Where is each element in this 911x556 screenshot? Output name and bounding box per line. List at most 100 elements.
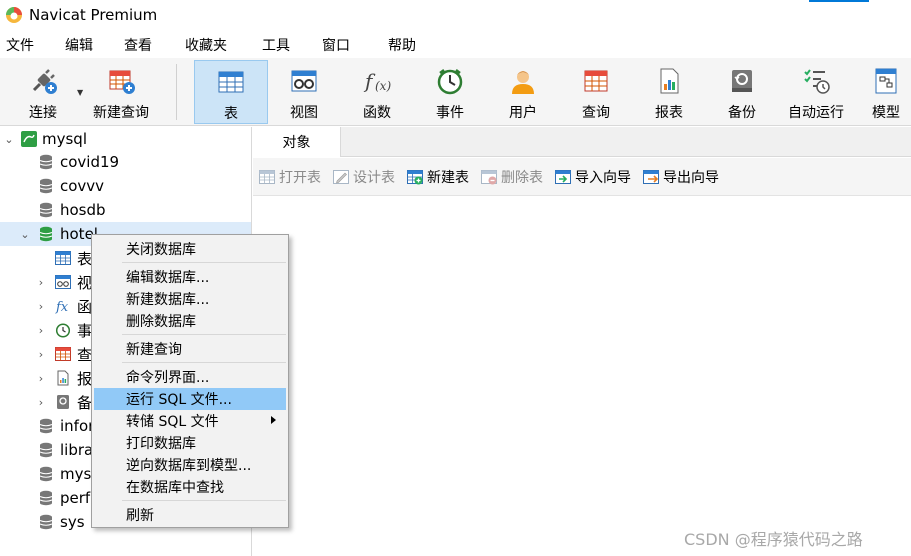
tree-label: 视 xyxy=(77,273,93,292)
tree-label: libra xyxy=(60,441,94,459)
report-label: 报表 xyxy=(655,105,683,121)
ctx-reverse-to-model[interactable]: 逆向数据库到模型... xyxy=(94,454,286,476)
ctx-dump-sql-file[interactable]: 转储 SQL 文件 xyxy=(94,410,286,432)
automation-button[interactable]: 自动运行 xyxy=(782,60,850,124)
automation-icon xyxy=(804,69,830,94)
object-list-area[interactable] xyxy=(253,197,911,556)
tree-db-covvv[interactable]: covvv xyxy=(0,174,251,198)
user-label: 用户 xyxy=(509,105,537,121)
backup-icon xyxy=(732,70,752,92)
expand-arrow-icon[interactable]: › xyxy=(35,348,47,361)
database-open-icon xyxy=(39,226,53,242)
database-icon xyxy=(39,490,53,506)
menu-file[interactable]: 文件 xyxy=(6,35,34,55)
database-icon xyxy=(39,178,53,194)
object-tab-strip: 对象 xyxy=(253,127,911,157)
tree-connection-mysql[interactable]: ⌄ mysql xyxy=(0,127,251,151)
view-button[interactable]: 视图 xyxy=(275,60,333,124)
ctx-edit-database[interactable]: 编辑数据库... xyxy=(94,266,286,288)
event-button[interactable]: 事件 xyxy=(421,60,479,124)
object-toolbar: 打开表 设计表 新建表 删除表 导入向导 导出向导 xyxy=(253,158,911,196)
expand-arrow-icon[interactable]: › xyxy=(35,396,47,409)
menu-favorites[interactable]: 收藏夹 xyxy=(185,35,227,55)
ctx-console[interactable]: 命令列界面... xyxy=(94,366,286,388)
menu-bar: 文件 编辑 查看 收藏夹 工具 窗口 帮助 xyxy=(0,32,911,58)
export-wizard-label: 导出向导 xyxy=(663,170,719,186)
menu-view[interactable]: 查看 xyxy=(124,35,152,55)
query-button[interactable]: 查询 xyxy=(567,60,625,124)
tree-db-covid19[interactable]: covid19 xyxy=(0,150,251,174)
database-icon xyxy=(39,442,53,458)
function-button[interactable]: f (x) 函数 xyxy=(348,60,406,124)
tree-label: 报 xyxy=(77,369,93,388)
clock-icon xyxy=(437,69,463,95)
model-label: 模型 xyxy=(872,105,900,121)
table-label: 表 xyxy=(224,106,238,122)
svg-text:fx: fx xyxy=(55,300,69,314)
ctx-run-sql-file[interactable]: 运行 SQL 文件... xyxy=(94,388,286,410)
report-button[interactable]: 报表 xyxy=(640,60,698,124)
ctx-separator xyxy=(122,362,286,363)
window-title: Navicat Premium xyxy=(29,6,158,24)
delete-table-label: 删除表 xyxy=(501,170,543,186)
view-icon xyxy=(55,275,71,289)
ctx-refresh[interactable]: 刷新 xyxy=(94,504,286,526)
new-query-label: 新建查询 xyxy=(93,105,149,121)
menu-edit[interactable]: 编辑 xyxy=(65,35,93,55)
ctx-close-database[interactable]: 关闭数据库 xyxy=(94,238,286,260)
event-label: 事件 xyxy=(436,105,464,121)
tree-db-hosdb[interactable]: hosdb xyxy=(0,198,251,222)
expand-arrow-icon[interactable]: › xyxy=(35,300,47,313)
report-icon xyxy=(57,370,69,386)
design-table-button[interactable]: 设计表 xyxy=(333,168,395,186)
new-table-button[interactable]: 新建表 xyxy=(407,168,469,186)
database-icon xyxy=(39,202,53,218)
ctx-new-query[interactable]: 新建查询 xyxy=(94,338,286,360)
tree-label: sys xyxy=(60,513,85,531)
ctx-dump-sql-label: 转储 SQL 文件 xyxy=(126,414,219,430)
ctx-separator xyxy=(122,334,286,335)
function-label: 函数 xyxy=(363,105,391,121)
function-icon: f (x) xyxy=(363,69,391,93)
watermark-text: CSDN @程序猿代码之路 xyxy=(684,530,863,549)
database-icon xyxy=(39,154,53,170)
ctx-delete-database[interactable]: 删除数据库 xyxy=(94,310,286,332)
tree-label: 函 xyxy=(77,297,93,316)
expand-arrow-icon[interactable]: › xyxy=(35,372,47,385)
collapse-arrow-icon[interactable]: ⌄ xyxy=(3,133,15,146)
ctx-print-database[interactable]: 打印数据库 xyxy=(94,432,286,454)
menu-help[interactable]: 帮助 xyxy=(388,35,416,55)
delete-table-button[interactable]: 删除表 xyxy=(481,168,543,186)
collapse-arrow-icon[interactable]: ⌄ xyxy=(19,228,31,241)
export-wizard-button[interactable]: 导出向导 xyxy=(643,168,719,186)
ctx-new-database[interactable]: 新建数据库... xyxy=(94,288,286,310)
backup-button[interactable]: 备份 xyxy=(713,60,771,124)
expand-arrow-icon[interactable]: › xyxy=(35,276,47,289)
connect-button[interactable]: 连接 xyxy=(14,60,72,124)
tree-label: perf xyxy=(60,489,91,507)
report-icon xyxy=(660,68,679,94)
connect-dropdown-icon[interactable]: ▼ xyxy=(77,88,83,97)
plug-icon xyxy=(32,69,57,94)
ctx-find-in-database[interactable]: 在数据库中查找 xyxy=(94,476,286,498)
menu-window[interactable]: 窗口 xyxy=(322,35,350,55)
tab-objects[interactable]: 对象 xyxy=(253,127,341,157)
new-table-label: 新建表 xyxy=(427,170,469,186)
model-button[interactable]: 模型 xyxy=(862,60,910,124)
table-button[interactable]: 表 xyxy=(194,60,268,124)
new-query-icon xyxy=(109,70,135,94)
import-wizard-button[interactable]: 导入向导 xyxy=(555,168,631,186)
user-icon xyxy=(512,71,534,94)
clock-icon xyxy=(55,323,71,338)
menu-tools[interactable]: 工具 xyxy=(262,35,290,55)
expand-arrow-icon[interactable]: › xyxy=(35,324,47,337)
new-query-button[interactable]: 新建查询 xyxy=(88,60,154,124)
svg-text:(x): (x) xyxy=(375,79,391,93)
query-label: 查询 xyxy=(582,105,610,121)
design-table-label: 设计表 xyxy=(353,170,395,186)
delete-table-icon xyxy=(481,170,497,185)
database-icon xyxy=(39,514,53,530)
user-button[interactable]: 用户 xyxy=(494,60,552,124)
open-table-button[interactable]: 打开表 xyxy=(259,168,321,186)
query-icon xyxy=(55,347,71,361)
